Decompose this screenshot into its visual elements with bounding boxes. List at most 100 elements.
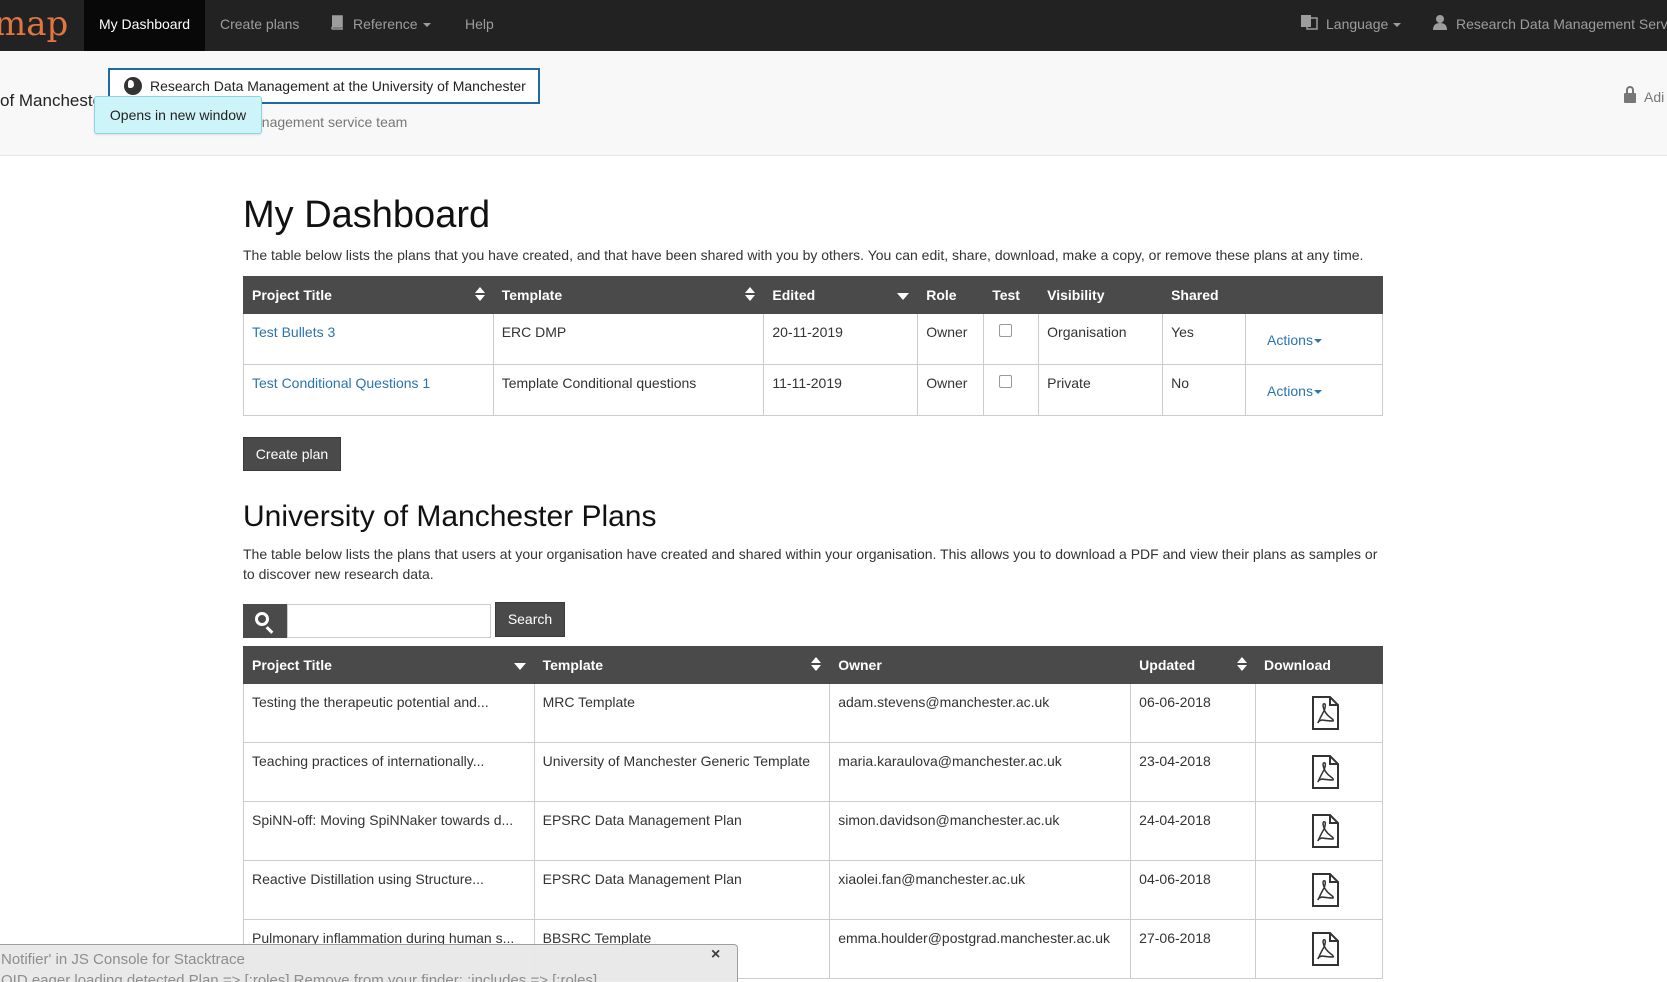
org-website-label: Research Data Management at the Universi…	[150, 78, 526, 94]
pdf-download-icon[interactable]	[1311, 814, 1340, 848]
sort-desc-icon[interactable]	[897, 293, 910, 300]
notifier-line-1: Notifier' in JS Console for Stacktrace	[1, 951, 245, 968]
pdf-download-icon[interactable]	[1311, 696, 1340, 730]
search-icon-box	[243, 604, 287, 638]
chevron-down-icon	[422, 23, 431, 28]
plan-edited: 11-11-2019	[763, 364, 919, 416]
nav-reference-label: Reference	[353, 16, 418, 32]
nav-reference[interactable]: Reference	[329, 0, 431, 51]
plan-title: Reactive Distillation using Structure...	[243, 860, 535, 920]
plan-edited: 20-11-2019	[763, 313, 919, 365]
plan-owner: xiaolei.fan@manchester.ac.uk	[829, 860, 1132, 920]
col-role: Role	[917, 276, 985, 314]
table-row: SpiNN-off: Moving SpiNNaker towards d...…	[243, 801, 1383, 861]
search-button[interactable]: Search	[495, 602, 565, 637]
table-row: Testing the therapeutic potential and...…	[243, 683, 1383, 743]
plan-visibility: Organisation	[1038, 313, 1164, 365]
table-row: Teaching practices of internationally...…	[243, 742, 1383, 802]
nav-user-menu[interactable]: Research Data Management Serv	[1432, 0, 1667, 51]
plan-shared: Yes	[1162, 313, 1247, 365]
nav-language[interactable]: Language	[1300, 0, 1402, 51]
plan-title: Testing the therapeutic potential and...	[243, 683, 535, 743]
col-test: Test	[983, 276, 1040, 314]
language-icon	[1300, 1, 1318, 49]
dashboard-description: The table below lists the plans that you…	[243, 247, 1364, 263]
plan-template: ERC DMP	[492, 313, 765, 365]
admin-label: Adi	[1644, 89, 1665, 105]
plan-owner: maria.karaulova@manchester.ac.uk	[829, 742, 1132, 802]
sort-icon[interactable]	[1237, 655, 1248, 673]
chevron-down-icon	[1393, 23, 1402, 28]
plan-title: Teaching practices of internationally...	[243, 742, 535, 802]
plan-template: University of Manchester Generic Templat…	[533, 742, 831, 802]
lock-icon	[1624, 86, 1636, 103]
col-visibility: Visibility	[1038, 276, 1164, 314]
plan-role: Owner	[917, 364, 985, 416]
plan-updated: 27-06-2018	[1130, 919, 1257, 979]
col-updated[interactable]: Updated	[1130, 646, 1257, 684]
search-icon	[255, 612, 269, 626]
notifier-line-2: OID eager loading detected Plan => [:rol…	[1, 972, 598, 982]
actions-dropdown[interactable]: Actions	[1267, 332, 1322, 348]
plan-updated: 23-04-2018	[1130, 742, 1257, 802]
brand-logo[interactable]: map	[0, 0, 68, 51]
sort-icon[interactable]	[474, 285, 485, 303]
plan-owner: adam.stevens@manchester.ac.uk	[829, 683, 1132, 743]
caret-down-icon	[1313, 339, 1322, 344]
plan-updated: 06-06-2018	[1130, 683, 1257, 743]
table-row: Test Bullets 3 ERC DMP 20-11-2019 Owner …	[243, 313, 1383, 365]
pdf-download-icon[interactable]	[1311, 873, 1340, 907]
col-template[interactable]: Template	[492, 276, 765, 314]
nav-my-dashboard[interactable]: My Dashboard	[84, 0, 206, 51]
book-icon	[329, 1, 345, 49]
org-plans-description: The table below lists the plans that use…	[243, 546, 1378, 582]
pdf-download-icon[interactable]	[1311, 932, 1340, 966]
page-title: My Dashboard	[243, 194, 491, 236]
nav-create-plans[interactable]: Create plans	[220, 0, 299, 51]
globe-icon	[124, 77, 142, 95]
search-input[interactable]	[287, 604, 491, 638]
my-plans-table: Project Title Template Edited Role Test …	[243, 276, 1383, 416]
close-icon[interactable]: ×	[711, 946, 720, 964]
plan-template: EPSRC Data Management Plan	[533, 801, 831, 861]
test-checkbox[interactable]	[999, 324, 1013, 337]
plan-updated: 04-06-2018	[1130, 860, 1257, 920]
plan-title: SpiNN-off: Moving SpiNNaker towards d...	[243, 801, 535, 861]
org-name: of Mancheste	[0, 91, 103, 110]
col-project-title[interactable]: Project Title	[243, 276, 494, 314]
org-subtitle: anagement service team	[254, 114, 408, 130]
admin-link[interactable]: Adi	[1624, 86, 1665, 105]
col-shared: Shared	[1162, 276, 1247, 314]
col-owner: Owner	[829, 646, 1132, 684]
test-checkbox[interactable]	[999, 375, 1013, 388]
plan-template: Template Conditional questions	[492, 364, 765, 416]
nav-user-label: Research Data Management Serv	[1456, 16, 1667, 32]
pdf-download-icon[interactable]	[1311, 755, 1340, 789]
plan-template: EPSRC Data Management Plan	[533, 860, 831, 920]
create-plan-button[interactable]: Create plan	[243, 437, 341, 471]
plan-title-link[interactable]: Test Conditional Questions 1	[252, 375, 430, 391]
debug-notifier: Notifier' in JS Console for Stacktrace O…	[0, 944, 738, 982]
sort-icon[interactable]	[745, 285, 756, 303]
org-header: of Mancheste Research Data Management at…	[0, 51, 1667, 156]
section-title: University of Manchester Plans	[243, 500, 657, 533]
plan-owner: simon.davidson@manchester.ac.uk	[829, 801, 1132, 861]
top-navbar: map My Dashboard Create plans Reference …	[0, 0, 1667, 51]
plan-template: MRC Template	[533, 683, 831, 743]
plan-role: Owner	[917, 313, 985, 365]
sort-icon[interactable]	[811, 655, 822, 673]
actions-dropdown[interactable]: Actions	[1267, 383, 1322, 399]
plan-title-link[interactable]: Test Bullets 3	[252, 324, 335, 340]
col-download: Download	[1255, 646, 1383, 684]
nav-help[interactable]: Help	[465, 0, 494, 51]
table-row: Test Conditional Questions 1 Template Co…	[243, 364, 1383, 416]
col-project-title[interactable]: Project Title	[243, 646, 535, 684]
col-edited[interactable]: Edited	[763, 276, 919, 314]
table-row: Reactive Distillation using Structure...…	[243, 860, 1383, 920]
col-template[interactable]: Template	[533, 646, 831, 684]
org-plans-table: Project Title Template Owner Updated Dow…	[243, 646, 1383, 979]
plan-updated: 24-04-2018	[1130, 801, 1257, 861]
nav-language-label: Language	[1326, 16, 1389, 32]
sort-desc-icon[interactable]	[513, 663, 526, 670]
col-actions	[1245, 276, 1383, 314]
